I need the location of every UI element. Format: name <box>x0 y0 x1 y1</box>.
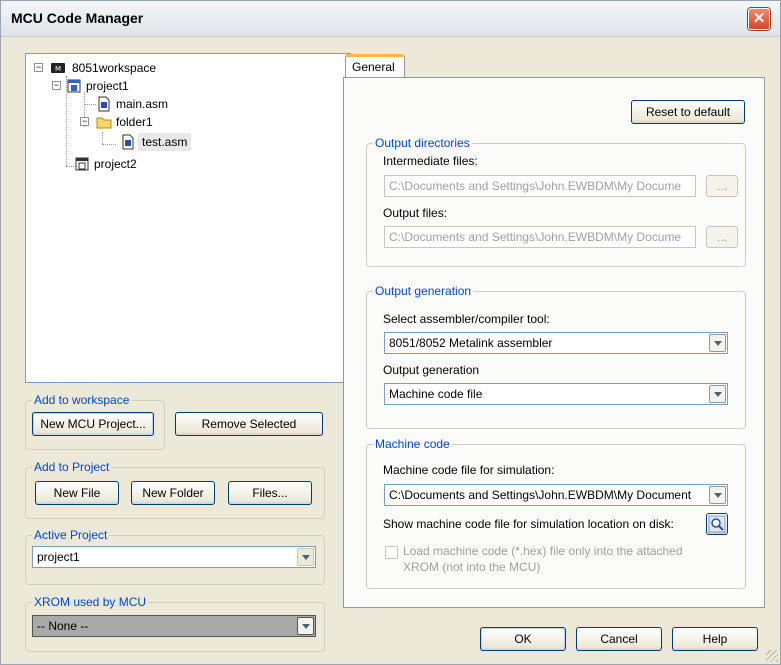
svg-text:M: M <box>55 65 61 73</box>
load-xrom-label-2: XROM (not into the MCU) <box>403 560 541 574</box>
sim-file-value: C:\Documents and Settings\John.EWBDM\My … <box>389 488 692 502</box>
tree-label-main-asm: main.asm <box>116 97 169 111</box>
assembler-tool-select[interactable]: 8051/8052 Metalink assembler <box>384 332 728 354</box>
active-project-value: project1 <box>37 550 80 564</box>
xrom-value: -- None -- <box>37 619 89 633</box>
tree-label-project1: project1 <box>86 79 129 93</box>
output-directories-legend: Output directories <box>373 136 472 150</box>
sim-file-label: Machine code file for simulation: <box>383 463 555 477</box>
folder-icon <box>96 114 112 130</box>
tree-label-test-asm: test.asm <box>138 133 192 151</box>
help-button[interactable]: Help <box>672 627 758 651</box>
output-generation-value: Machine code file <box>389 387 483 401</box>
xrom-select[interactable]: -- None -- <box>32 615 316 637</box>
magnifier-icon <box>708 515 726 533</box>
sim-file-select[interactable]: C:\Documents and Settings\John.EWBDM\My … <box>384 484 728 506</box>
output-generation-label: Output generation <box>383 363 480 377</box>
collapse-icon[interactable]: − <box>34 63 43 72</box>
remove-selected-button[interactable]: Remove Selected <box>175 412 323 436</box>
resize-grip-icon[interactable] <box>766 650 778 662</box>
title-bar[interactable]: MCU Code Manager ✕ <box>1 1 780 37</box>
output-generation-legend: Output generation <box>373 284 474 298</box>
output-files-field[interactable]: C:\Documents and Settings\John.EWBDM\My … <box>384 226 696 248</box>
workspace-icon: M <box>50 60 66 76</box>
files-button[interactable]: Files... <box>228 481 312 505</box>
close-icon[interactable]: ✕ <box>748 8 770 30</box>
active-project-select[interactable]: project1 <box>32 546 316 568</box>
cancel-button[interactable]: Cancel <box>576 627 662 651</box>
ok-button[interactable]: OK <box>480 627 566 651</box>
chevron-down-icon[interactable] <box>297 548 314 566</box>
output-browse-button[interactable]: ... <box>706 226 738 248</box>
general-tab-panel: Reset to default Output directories Inte… <box>343 77 765 608</box>
new-mcu-project-button[interactable]: New MCU Project... <box>32 412 154 436</box>
assembler-tool-value: 8051/8052 Metalink assembler <box>389 336 553 350</box>
show-location-label: Show machine code file for simulation lo… <box>383 517 674 531</box>
mcu-code-manager-window: MCU Code Manager ✕ − M 8051workspace − p… <box>0 0 781 665</box>
intermediate-browse-button[interactable]: ... <box>706 175 738 197</box>
chevron-down-icon[interactable] <box>709 385 726 403</box>
tree-label-workspace: 8051workspace <box>72 61 157 75</box>
workspace-tree[interactable]: − M 8051workspace − project1 main.asm − <box>25 53 351 383</box>
intermediate-files-field[interactable]: C:\Documents and Settings\John.EWBDM\My … <box>384 175 696 197</box>
show-location-button[interactable] <box>706 513 728 535</box>
collapse-icon[interactable]: − <box>80 117 89 126</box>
chevron-down-icon[interactable] <box>297 617 314 635</box>
collapse-icon[interactable]: − <box>52 81 61 90</box>
asm-file-icon <box>96 96 112 112</box>
add-to-project-legend: Add to Project <box>32 460 112 474</box>
machine-code-legend: Machine code <box>373 437 452 451</box>
output-files-label: Output files: <box>383 206 448 220</box>
project-icon <box>66 78 82 94</box>
asm-file-icon <box>120 134 136 150</box>
tree-label-project2: project2 <box>94 157 137 171</box>
assembler-tool-label: Select assembler/compiler tool: <box>383 312 550 326</box>
add-to-workspace-legend: Add to workspace <box>32 393 132 407</box>
reset-to-default-button[interactable]: Reset to default <box>631 100 745 124</box>
project-icon <box>74 156 90 172</box>
new-file-button[interactable]: New File <box>35 481 119 505</box>
tab-general[interactable]: General <box>345 54 405 78</box>
active-project-legend: Active Project <box>32 528 110 542</box>
chevron-down-icon[interactable] <box>709 486 726 504</box>
output-generation-select[interactable]: Machine code file <box>384 383 728 405</box>
load-xrom-checkbox[interactable] <box>385 546 398 559</box>
xrom-legend: XROM used by MCU <box>32 595 149 609</box>
window-title: MCU Code Manager <box>11 10 144 26</box>
new-folder-button[interactable]: New Folder <box>131 481 215 505</box>
tree-label-folder1: folder1 <box>116 115 153 129</box>
intermediate-files-label: Intermediate files: <box>383 154 478 168</box>
chevron-down-icon[interactable] <box>709 334 726 352</box>
load-xrom-label-1: Load machine code (*.hex) file only into… <box>403 544 683 558</box>
